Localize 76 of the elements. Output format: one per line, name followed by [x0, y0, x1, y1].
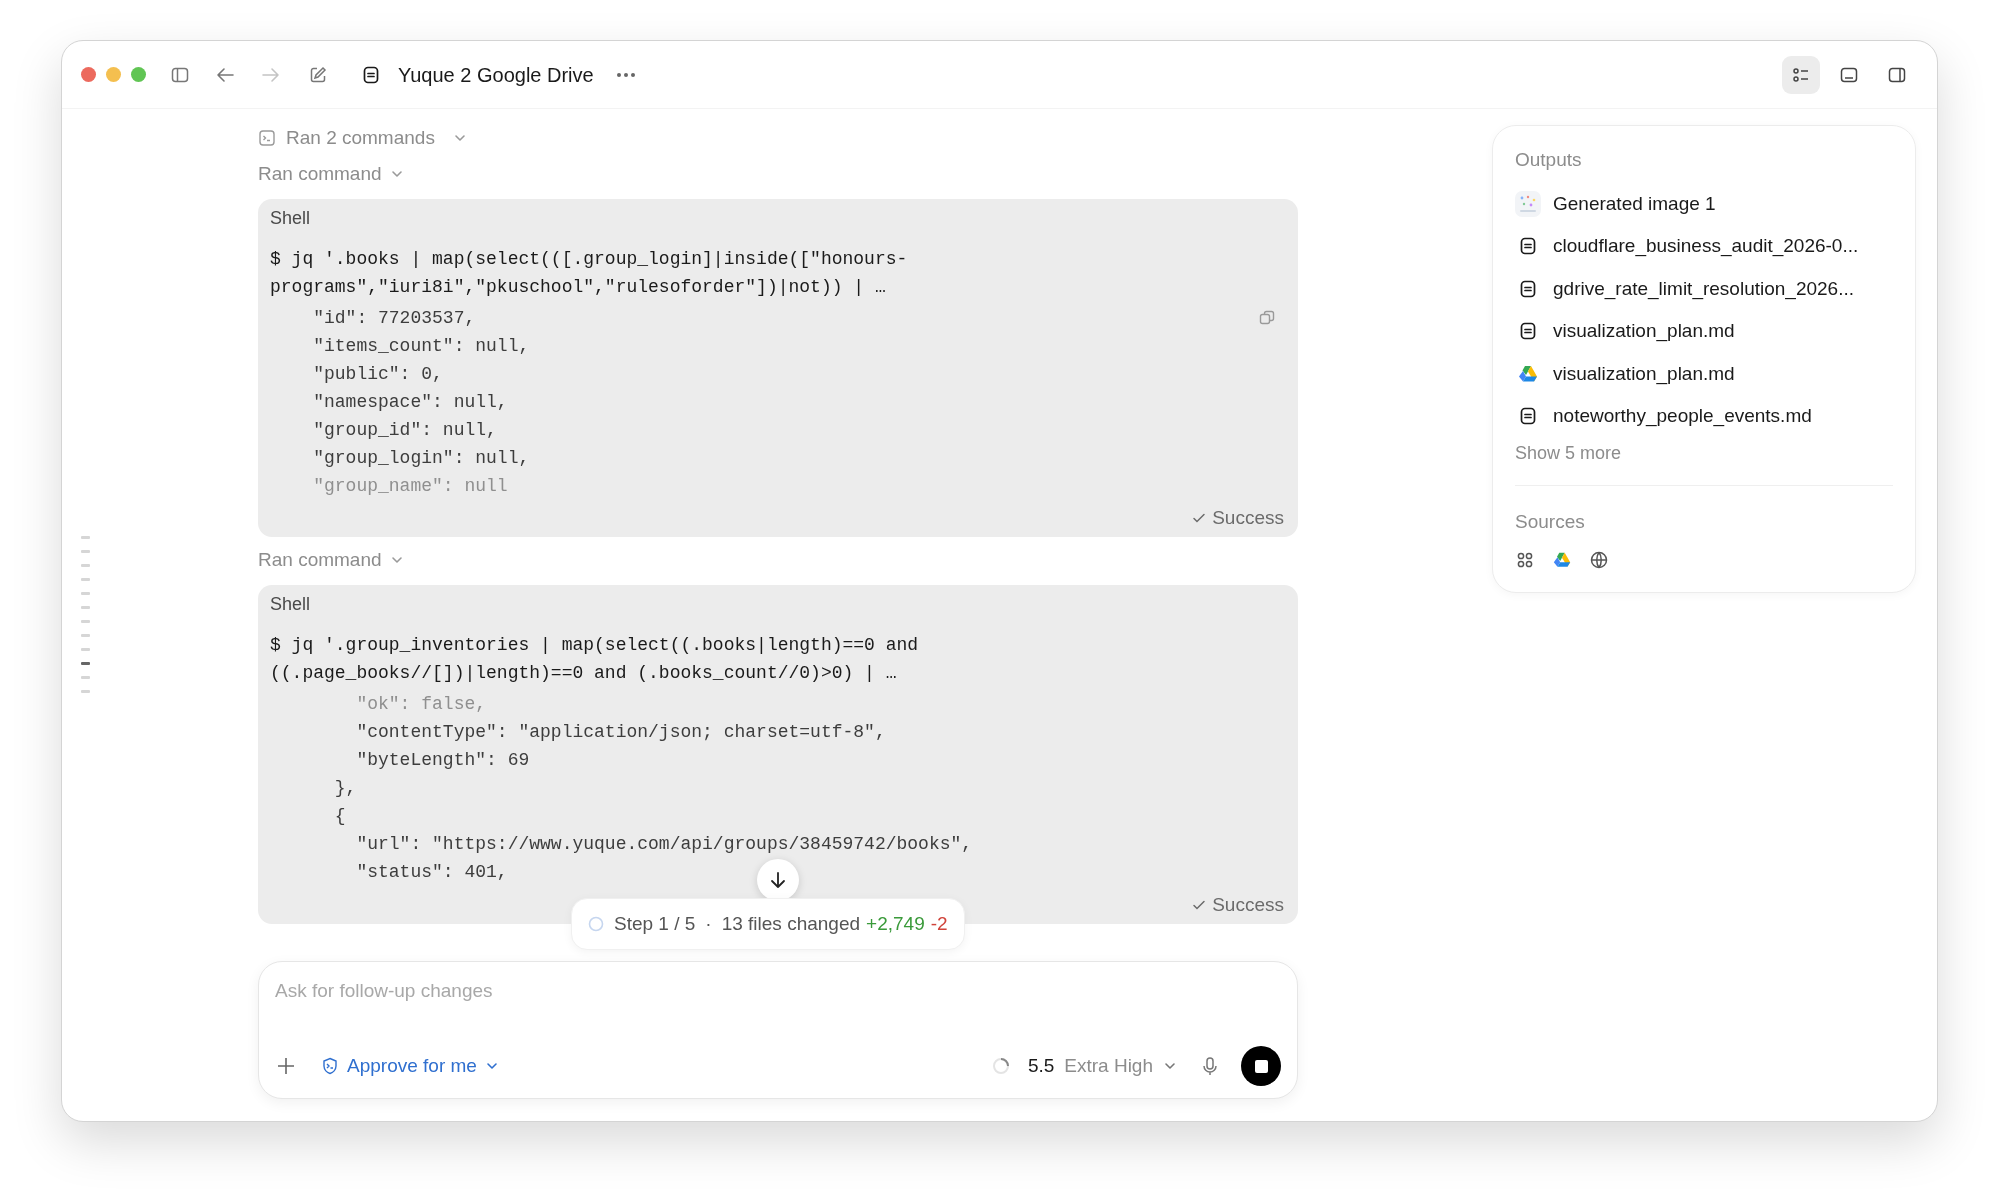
- document-icon: [1518, 406, 1538, 427]
- command-line: $ jq '.group_inventories | map(select((.books|length)==0 and: [270, 634, 919, 657]
- compose-icon[interactable]: [308, 64, 328, 85]
- command-line: $ jq '.books | map(select(([.group_login]|inside(["honours-: [270, 248, 908, 271]
- output-file-link[interactable]: gdrive_rate_limit_resolution_2026...: [1553, 274, 1854, 303]
- model-selector[interactable]: 5.5 Extra High: [1027, 1051, 1177, 1081]
- timeline-marker[interactable]: [81, 662, 90, 665]
- checkmark-icon: [1192, 898, 1207, 912]
- timeline-marker[interactable]: [81, 592, 90, 595]
- sources-heading: Sources: [1515, 509, 1585, 534]
- document-icon: [1518, 236, 1538, 257]
- lines-added: +2,749: [866, 911, 925, 936]
- output-line: "status": 401,: [355, 861, 508, 884]
- output-file-link[interactable]: cloudflare_business_audit_2026-0...: [1553, 232, 1859, 261]
- document-icon: [361, 64, 381, 85]
- timeline-marker[interactable]: [81, 690, 90, 693]
- minimize-button[interactable]: [106, 67, 121, 82]
- output-file-link[interactable]: noteworthy_people_events.md: [1553, 402, 1812, 431]
- timeline-marker[interactable]: [81, 578, 90, 581]
- output-line: },: [333, 777, 357, 800]
- list-view-button[interactable]: [1782, 55, 1820, 94]
- lines-removed: -2: [930, 911, 948, 936]
- shell-label: Shell: [270, 207, 311, 230]
- command-key-icon[interactable]: [1515, 550, 1535, 570]
- output-line: "namespace": null,: [312, 391, 508, 414]
- timeline-marker[interactable]: [81, 606, 90, 609]
- loading-spinner-icon: [991, 1057, 1010, 1075]
- output-file-link[interactable]: Generated image 1: [1553, 189, 1716, 218]
- output-file-link[interactable]: visualization_plan.md: [1553, 359, 1735, 388]
- files-changed: 13 files changed: [721, 911, 861, 936]
- microphone-icon[interactable]: [1201, 1056, 1219, 1076]
- output-line: "byteLength": 69: [355, 749, 530, 772]
- document-icon: [1518, 321, 1538, 342]
- status-text: Success: [1212, 506, 1284, 530]
- drive-icon: [1552, 550, 1572, 570]
- document-icon: [1518, 278, 1538, 299]
- timeline-marker[interactable]: [81, 676, 90, 679]
- follow-up-input[interactable]: Ask for follow-up changes: [275, 976, 1281, 1006]
- timeline-marker[interactable]: [81, 564, 90, 567]
- copy-icon[interactable]: [1258, 309, 1276, 327]
- command-line: programs","iuri8i","pkuschool","rulesoforder"])|not)) | …: [270, 276, 887, 299]
- output-line: "group_name": null: [312, 475, 508, 498]
- output-line: "public": 0,: [312, 363, 443, 386]
- arrow-down-icon: [768, 870, 788, 890]
- timeline-marker[interactable]: [81, 536, 90, 539]
- timeline-marker[interactable]: [81, 620, 90, 623]
- terminal-icon: [258, 129, 276, 147]
- shell-label: Shell: [270, 593, 311, 616]
- separator-dot: ·: [705, 911, 712, 936]
- output-line: "id": 77203537,: [312, 307, 476, 330]
- command-line: ((.page_books//[])|length)==0 and (.books_count//0)>0) | …: [270, 662, 898, 685]
- output-line: "contentType": "application/json; charset=utf-8",: [355, 721, 886, 744]
- step-counter: Step 1 / 5: [614, 911, 696, 936]
- plus-icon[interactable]: [275, 1055, 297, 1077]
- timeline-marker[interactable]: [81, 634, 90, 637]
- timeline-marker[interactable]: [81, 550, 90, 553]
- output-line: "group_id": null,: [312, 419, 497, 442]
- status-text: Success: [1212, 893, 1284, 917]
- stop-button[interactable]: [1241, 1046, 1281, 1086]
- progress-ring-icon: [588, 916, 604, 932]
- close-button[interactable]: [81, 67, 96, 82]
- shield-icon: [321, 1057, 339, 1075]
- output-line: "ok": false,: [355, 693, 487, 716]
- timeline-marker[interactable]: [81, 648, 90, 651]
- output-line: "items_count": null,: [312, 335, 530, 358]
- checkmark-icon: [1192, 511, 1207, 525]
- globe-icon[interactable]: [1589, 550, 1609, 570]
- window-title: Yuque 2 Google Drive: [398, 62, 594, 88]
- approve-dropdown[interactable]: Approve for me: [321, 1051, 499, 1081]
- output-line: {: [333, 805, 346, 828]
- more-icon[interactable]: [615, 71, 636, 78]
- output-line: "url": "https://www.yuque.com/api/groups/38459742/books",: [355, 833, 973, 856]
- zoom-button[interactable]: [131, 67, 146, 82]
- outputs-heading: Outputs: [1515, 148, 1582, 172]
- output-line: "group_login": null,: [312, 447, 530, 470]
- output-file-link[interactable]: visualization_plan.md: [1553, 317, 1735, 346]
